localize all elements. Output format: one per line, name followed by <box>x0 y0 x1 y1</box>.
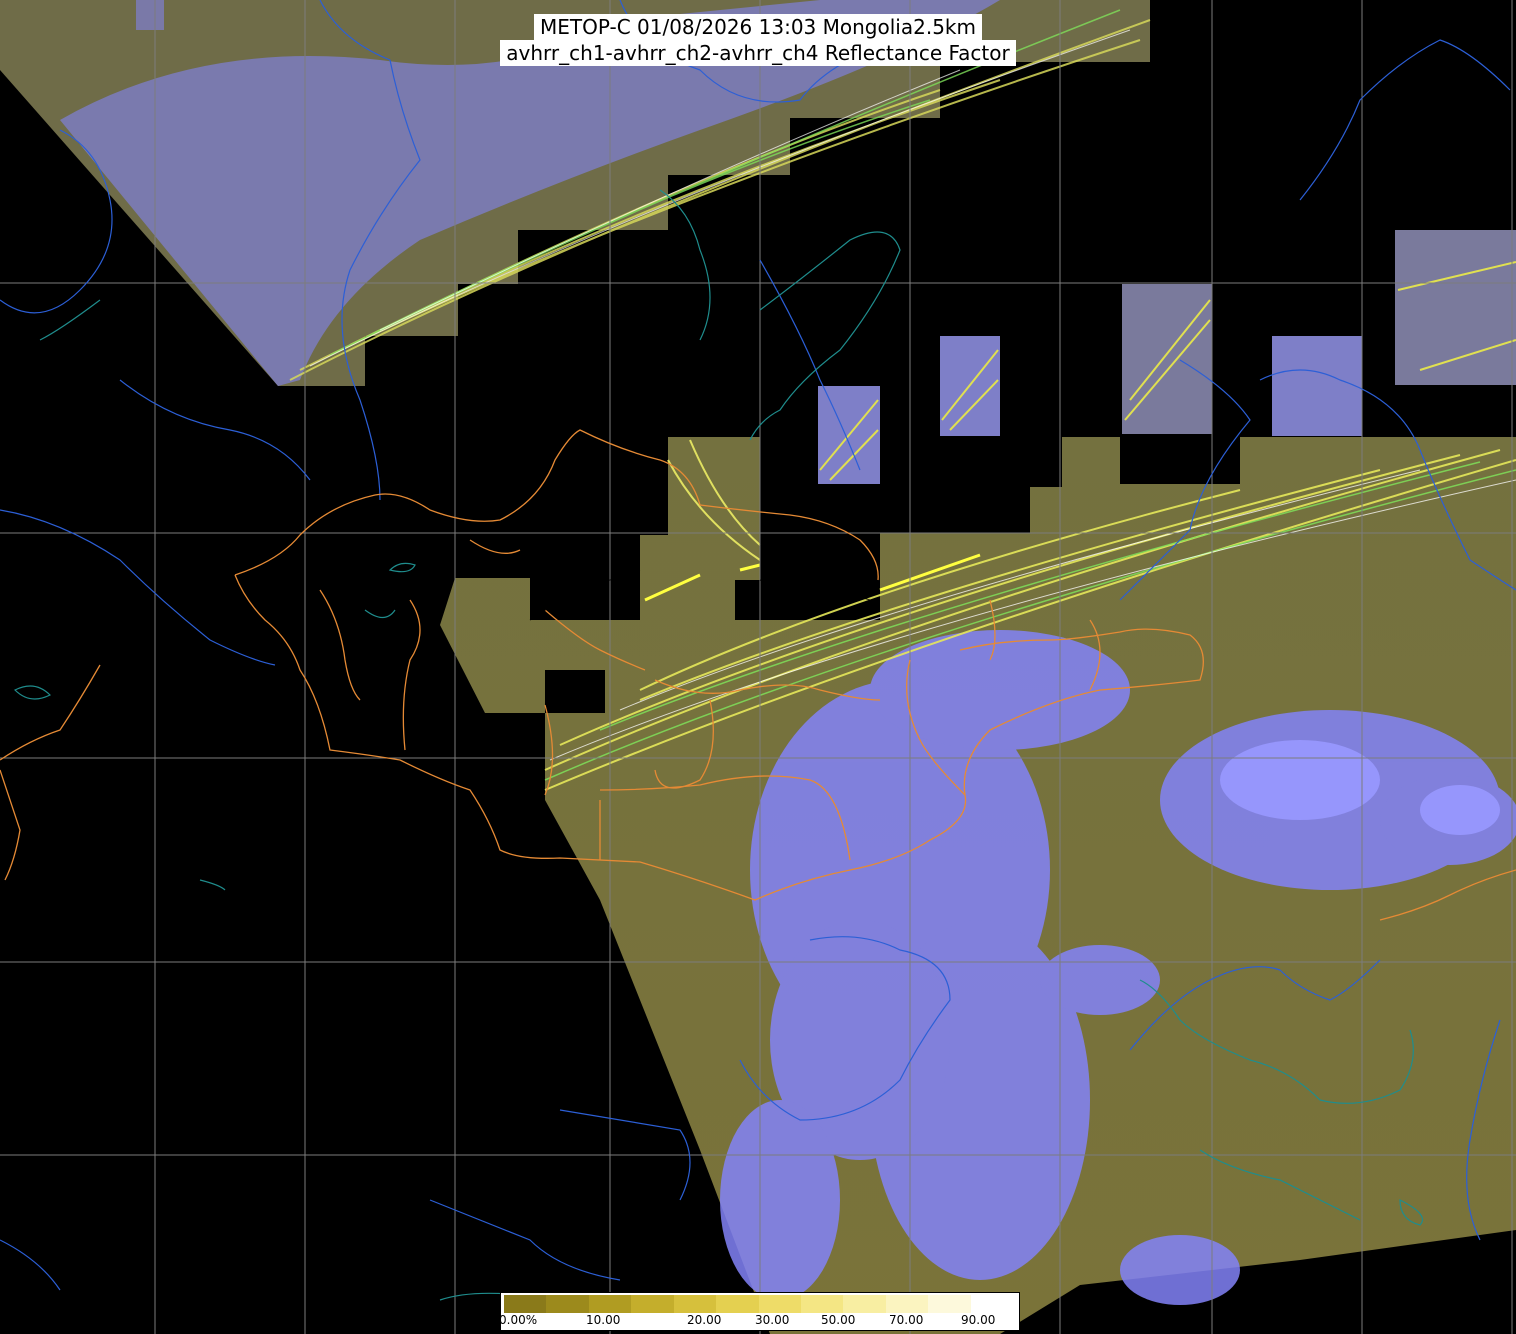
colorbar-swatch <box>758 1295 801 1313</box>
colorbar-swatch <box>546 1295 589 1313</box>
colorbar-swatch <box>673 1295 717 1313</box>
colorbar-swatch <box>716 1295 759 1313</box>
colorbar-swatch <box>885 1295 929 1313</box>
colorbar-tick-label: 70.00 <box>889 1313 924 1327</box>
colorbar-swatch <box>928 1295 971 1313</box>
colorbar-tick-label: 90.00 <box>961 1313 996 1327</box>
colorbar-labels: 0.00% 10.00 20.00 30.00 50.00 70.00 90.0… <box>499 1313 1019 1329</box>
colorbar-swatch <box>631 1295 674 1313</box>
colorbar-swatch <box>843 1295 886 1313</box>
colorbar-gradient <box>504 1295 1014 1313</box>
colorbar-tick-label: 10.00 <box>586 1313 621 1327</box>
colorbar-tick-label: 50.00 <box>821 1313 856 1327</box>
colorbar-swatch <box>588 1295 632 1313</box>
colorbar-swatch <box>504 1295 547 1313</box>
satellite-map <box>0 0 1516 1334</box>
colorbar-legend: 0.00% 10.00 20.00 30.00 50.00 70.00 90.0… <box>499 1292 1020 1331</box>
colorbar-tick-label: 30.00 <box>755 1313 790 1327</box>
colorbar-tick-label: 0.00% <box>499 1313 538 1327</box>
colorbar-swatch <box>800 1295 844 1313</box>
colorbar-tick-label: 20.00 <box>687 1313 722 1327</box>
colorbar-swatch <box>970 1295 1014 1313</box>
